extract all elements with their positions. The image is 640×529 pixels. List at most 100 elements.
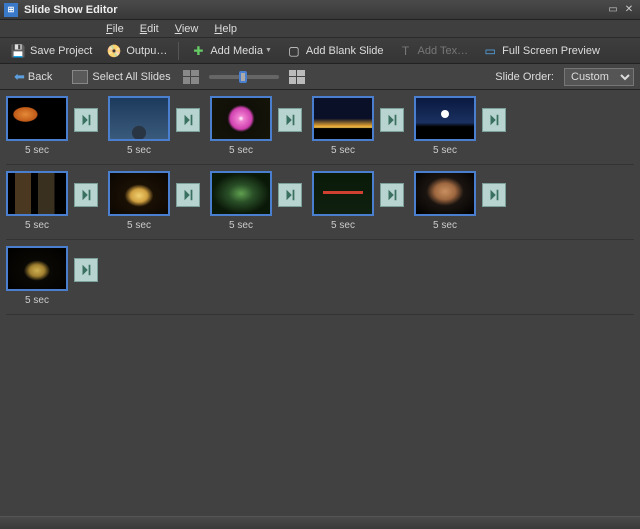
slide-thumbnail[interactable] [6, 96, 68, 141]
view-grid-large-button[interactable] [289, 70, 305, 84]
back-label: Back [28, 71, 52, 83]
slide-item: 5 sec [312, 96, 374, 162]
slide-order-select[interactable]: Custom [564, 68, 634, 86]
row-divider [6, 239, 634, 240]
transition-button[interactable] [278, 183, 302, 207]
output-label: Outpu… [126, 45, 167, 57]
slide-cell: 5 sec [6, 246, 104, 312]
status-bar [0, 516, 640, 529]
thumbnail-size-slider[interactable] [209, 75, 279, 79]
menu-help[interactable]: Help [206, 21, 245, 37]
slide-item: 5 sec [312, 171, 374, 237]
menu-file[interactable]: File [98, 21, 132, 37]
slide-thumbnail[interactable] [312, 96, 374, 141]
slide-thumbnail[interactable] [210, 171, 272, 216]
transition-button[interactable] [278, 108, 302, 132]
slide-duration: 5 sec [433, 220, 457, 231]
select-all-slides-button[interactable]: Select All Slides [66, 68, 176, 86]
transition-button[interactable] [482, 108, 506, 132]
slide-cell: 5 sec [6, 96, 104, 162]
window-titlebar: ⊞ Slide Show Editor ▭ ✕ [0, 0, 640, 20]
secondary-toolbar: ⬅ Back Select All Slides Slide Order: Cu… [0, 64, 640, 90]
toolbar-separator [178, 42, 179, 60]
slide-duration: 5 sec [127, 145, 151, 156]
slide-cell: 5 sec [6, 171, 104, 237]
transition-button[interactable] [380, 183, 404, 207]
add-text-label: Add Tex… [418, 45, 469, 57]
add-text-button: T Add Tex… [392, 41, 475, 61]
slide-duration: 5 sec [25, 295, 49, 306]
close-button[interactable]: ✕ [622, 4, 636, 16]
window-title: Slide Show Editor [24, 4, 118, 16]
slide-cell: 5 sec [414, 171, 512, 237]
row-divider [6, 164, 634, 165]
output-icon: 📀 [106, 43, 122, 59]
add-media-button[interactable]: ✚ Add Media ▼ [184, 41, 278, 61]
slide-cell: 5 sec [108, 171, 206, 237]
output-button[interactable]: 📀 Outpu… [100, 41, 173, 61]
plus-icon: ✚ [190, 43, 206, 59]
text-icon: T [398, 43, 414, 59]
slide-duration: 5 sec [25, 145, 49, 156]
slide-duration: 5 sec [127, 220, 151, 231]
slide-item: 5 sec [6, 246, 68, 312]
app-icon: ⊞ [4, 3, 18, 17]
transition-button[interactable] [380, 108, 404, 132]
slide-item: 5 sec [414, 171, 476, 237]
save-project-label: Save Project [30, 45, 92, 57]
back-arrow-icon: ⬅ [14, 69, 25, 85]
slide-cell: 5 sec [414, 96, 512, 162]
slide-thumbnail[interactable] [312, 171, 374, 216]
slide-item: 5 sec [6, 171, 68, 237]
slide-row: 5 sec 5 sec 5 sec 5 sec 5 sec [6, 96, 634, 162]
select-all-icon [72, 70, 88, 84]
add-media-label: Add Media [210, 45, 263, 57]
transition-button[interactable] [74, 183, 98, 207]
menu-edit[interactable]: Edit [132, 21, 167, 37]
slider-thumb[interactable] [239, 71, 247, 83]
slide-thumbnail[interactable] [108, 171, 170, 216]
add-blank-slide-button[interactable]: ▢ Add Blank Slide [280, 41, 390, 61]
slide-thumbnail[interactable] [108, 96, 170, 141]
slide-cell: 5 sec [108, 96, 206, 162]
add-blank-slide-label: Add Blank Slide [306, 45, 384, 57]
transition-button[interactable] [482, 183, 506, 207]
slide-thumbnail[interactable] [414, 171, 476, 216]
dropdown-caret-icon: ▼ [265, 47, 272, 54]
slide-duration: 5 sec [331, 220, 355, 231]
slide-duration: 5 sec [331, 145, 355, 156]
slide-cell: 5 sec [210, 96, 308, 162]
slide-workspace: 5 sec5 sec5 sec5 sec5 sec5 sec5 sec5 sec… [0, 90, 640, 516]
menu-view[interactable]: View [167, 21, 207, 37]
slide-cell: 5 sec [210, 171, 308, 237]
slide-item: 5 sec [6, 96, 68, 162]
slide-thumbnail[interactable] [210, 96, 272, 141]
transition-button[interactable] [74, 108, 98, 132]
slide-item: 5 sec [210, 96, 272, 162]
transition-button[interactable] [176, 108, 200, 132]
full-screen-preview-label: Full Screen Preview [502, 45, 600, 57]
select-all-label: Select All Slides [92, 71, 170, 83]
save-project-button[interactable]: 💾 Save Project [4, 41, 98, 61]
slide-row: 5 sec [6, 246, 634, 312]
slide-duration: 5 sec [229, 145, 253, 156]
slide-item: 5 sec [108, 171, 170, 237]
main-toolbar: 💾 Save Project 📀 Outpu… ✚ Add Media ▼ ▢ … [0, 38, 640, 64]
monitor-icon: ▭ [482, 43, 498, 59]
slide-item: 5 sec [414, 96, 476, 162]
slide-order-label: Slide Order: [495, 71, 554, 83]
view-grid-small-button[interactable] [183, 70, 199, 84]
back-button[interactable]: ⬅ Back [6, 67, 60, 87]
slide-thumbnail[interactable] [6, 171, 68, 216]
transition-button[interactable] [176, 183, 200, 207]
transition-button[interactable] [74, 258, 98, 282]
slide-thumbnail[interactable] [6, 246, 68, 291]
full-screen-preview-button[interactable]: ▭ Full Screen Preview [476, 41, 606, 61]
slide-duration: 5 sec [25, 220, 49, 231]
slide-cell: 5 sec [312, 171, 410, 237]
disk-icon: 💾 [10, 43, 26, 59]
slide-row: 5 sec 5 sec 5 sec 5 sec 5 sec [6, 171, 634, 237]
minimize-button[interactable]: ▭ [606, 4, 620, 16]
menu-bar: File Edit View Help [0, 20, 640, 38]
slide-thumbnail[interactable] [414, 96, 476, 141]
